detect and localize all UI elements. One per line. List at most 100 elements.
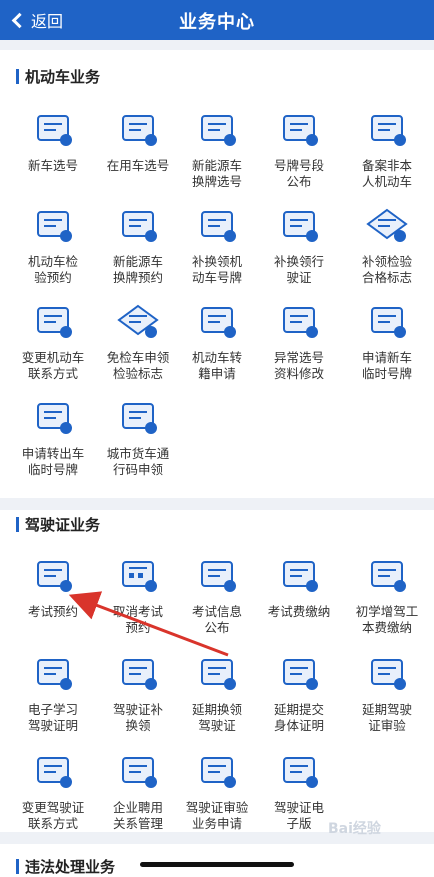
license-replace-icon <box>283 211 318 242</box>
section-marker <box>16 517 19 532</box>
service-item-label: 异常选号 资料修改 <box>273 350 324 381</box>
transfer-icon <box>201 307 236 338</box>
service-item-label: 机动车检 验预约 <box>27 254 78 285</box>
delay-license-icon <box>201 659 236 690</box>
service-item-label: 电子学习 驾驶证明 <box>27 702 78 733</box>
service-item[interactable]: 驾驶证补 换领 <box>95 654 181 734</box>
section-marker <box>16 859 19 874</box>
service-item-label: 考试费缴纳 <box>267 604 331 619</box>
inspect-book-icon <box>37 211 72 242</box>
section-title-license: 驾驶证业务 <box>16 514 100 535</box>
person-doc-icon <box>371 115 406 146</box>
service-item-label: 号牌号段 公布 <box>273 158 324 189</box>
service-item[interactable]: 机动车转 籍申请 <box>174 302 260 382</box>
board-icon <box>283 115 318 146</box>
phone-change-icon <box>37 757 72 788</box>
home-indicator[interactable] <box>140 862 294 867</box>
service-item-label: 申请转出车 临时号牌 <box>21 446 85 477</box>
service-item-label: 在用车选号 <box>106 158 170 173</box>
service-item[interactable]: 新能源车 换牌选号 <box>174 110 260 190</box>
service-item[interactable]: 城市货车通 行码申领 <box>95 398 181 478</box>
service-item[interactable]: 免检车申领 检验标志 <box>95 302 181 382</box>
service-content: 机动车业务 驾驶证业务 违法处理业务 新车选号 在用车选号 新能源车 换牌选号 号牌号… <box>0 40 434 876</box>
app-header: 返回 业务中心 <box>0 0 434 40</box>
health-icon <box>283 659 318 690</box>
id-card-icon <box>371 561 406 592</box>
section-marker <box>16 69 19 84</box>
review-icon <box>371 659 406 690</box>
service-item[interactable]: 企业聘用 关系管理 <box>95 752 181 832</box>
service-item-label: 变更驾驶证 联系方式 <box>21 800 85 831</box>
service-item-label: 申请新车 临时号牌 <box>361 350 412 381</box>
service-item-label: 补领检验 合格标志 <box>361 254 412 285</box>
service-item[interactable]: 电子学习 驾驶证明 <box>10 654 96 734</box>
service-item-label: 延期提交 身体证明 <box>273 702 324 733</box>
service-item-label: 备案非本 人机动车 <box>361 158 412 189</box>
license-card-icon <box>122 659 157 690</box>
service-item[interactable]: 异常选号 资料修改 <box>256 302 342 382</box>
truck-pass-icon <box>122 403 157 434</box>
service-item[interactable]: 延期换领 驾驶证 <box>174 654 260 734</box>
service-item[interactable]: 驾驶证审验 业务申请 <box>174 752 260 832</box>
section-title-vehicle: 机动车业务 <box>16 66 100 87</box>
study-icon <box>37 659 72 690</box>
service-item-label: 初学增驾工 本费缴纳 <box>355 604 419 635</box>
service-item[interactable]: 号牌号段 公布 <box>256 110 342 190</box>
review-apply-icon <box>201 757 236 788</box>
service-item-label: 新车选号 <box>27 158 78 173</box>
service-item-label: 驾驶证审验 业务申请 <box>185 800 249 831</box>
exempt-diamond-icon <box>117 304 159 338</box>
service-item-label: 新能源车 换牌选号 <box>191 158 242 189</box>
service-item-label: 免检车申领 检验标志 <box>106 350 170 381</box>
service-item-label: 机动车转 籍申请 <box>191 350 242 381</box>
edit-doc-icon <box>283 307 318 338</box>
enterprise-icon <box>122 757 157 788</box>
service-item[interactable]: 考试预约 <box>10 556 96 620</box>
service-item[interactable]: 备案非本 人机动车 <box>344 110 430 190</box>
service-item-label: 补换领机 动车号牌 <box>191 254 242 285</box>
service-item[interactable]: 新能源车 换牌预约 <box>95 206 181 286</box>
service-item[interactable]: 申请转出车 临时号牌 <box>10 398 96 478</box>
service-item[interactable]: 申请新车 临时号牌 <box>344 302 430 382</box>
section-divider <box>0 498 434 510</box>
service-item[interactable]: 延期提交 身体证明 <box>256 654 342 734</box>
service-item-label: 企业聘用 关系管理 <box>112 800 163 831</box>
page-title: 业务中心 <box>179 12 255 33</box>
service-item[interactable]: 延期驾驶 证审验 <box>344 654 430 734</box>
fee-icon <box>283 561 318 592</box>
service-item[interactable]: 机动车检 验预约 <box>10 206 96 286</box>
temp-plate-icon <box>371 307 406 338</box>
service-item-label: 取消考试 预约 <box>112 604 163 635</box>
service-item-label: 城市货车通 行码申领 <box>106 446 170 477</box>
car-swap-icon <box>122 115 157 146</box>
transfer-out-icon <box>37 403 72 434</box>
service-item[interactable]: 在用车选号 <box>95 110 181 174</box>
service-item[interactable]: 补领检验 合格标志 <box>344 206 430 286</box>
contact-change-icon <box>37 307 72 338</box>
service-item-label: 驾驶证补 换领 <box>112 702 163 733</box>
service-item-label: 新能源车 换牌预约 <box>112 254 163 285</box>
service-item[interactable]: 变更驾驶证 联系方式 <box>10 752 96 832</box>
service-item[interactable]: 变更机动车 联系方式 <box>10 302 96 382</box>
service-item[interactable]: 考试信息 公布 <box>174 556 260 636</box>
service-item-label: 考试预约 <box>27 604 78 619</box>
service-item-label: 补换领行 驶证 <box>273 254 324 285</box>
service-item-label: 考试信息 公布 <box>191 604 242 635</box>
calendar-cancel-icon <box>122 561 157 592</box>
service-item[interactable]: 补换领机 动车号牌 <box>174 206 260 286</box>
baidu-watermark: Bai经验 <box>328 821 381 837</box>
service-item[interactable]: 考试费缴纳 <box>256 556 342 620</box>
car-doc-icon <box>37 115 72 146</box>
service-item[interactable]: 初学增驾工 本费缴纳 <box>344 556 430 636</box>
service-item[interactable]: 取消考试 预约 <box>95 556 181 636</box>
check-diamond-icon <box>366 208 408 242</box>
service-item-label: 变更机动车 联系方式 <box>21 350 85 381</box>
service-item-label: 延期换领 驾驶证 <box>191 702 242 733</box>
service-item[interactable]: 新车选号 <box>10 110 96 174</box>
plate-book-icon <box>122 211 157 242</box>
service-item[interactable]: 补换领行 驶证 <box>256 206 342 286</box>
exam-info-icon <box>201 561 236 592</box>
plate-replace-icon <box>201 211 236 242</box>
service-item-label: 延期驾驶 证审验 <box>361 702 412 733</box>
ev-car-icon <box>201 115 236 146</box>
